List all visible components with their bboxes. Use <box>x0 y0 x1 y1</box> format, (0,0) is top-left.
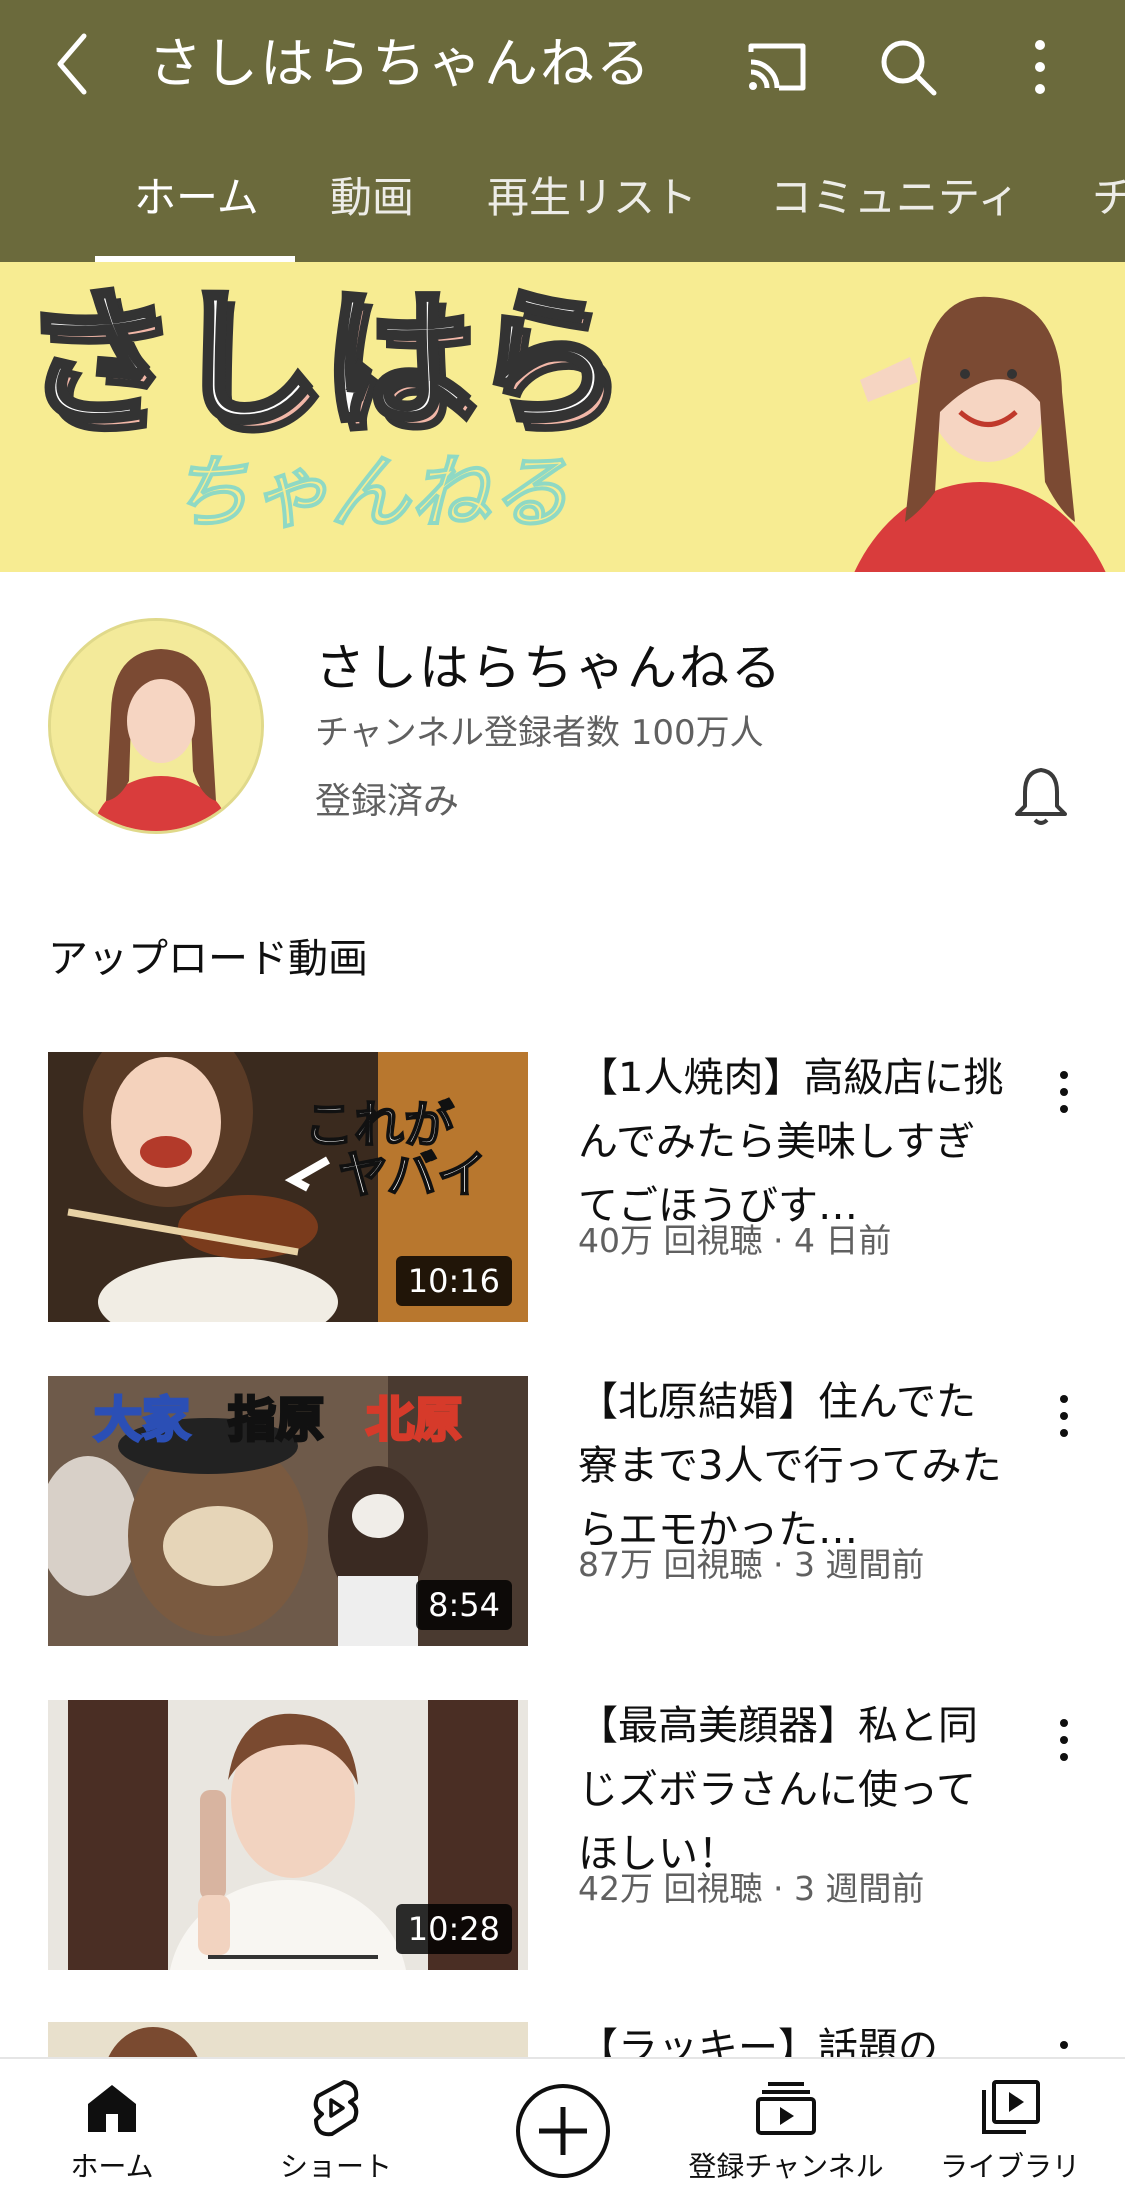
channel-avatar[interactable] <box>48 618 264 834</box>
video-meta: 87万 回視聴 · 3 週間前 <box>578 1545 925 1584</box>
uploads-section-title: アップロード動画 <box>48 936 368 982</box>
video-title[interactable]: 【1人焼肉】高級店に挑んでみたら美味しすぎてごほうびす… <box>578 1046 1008 1238</box>
thumbnail-overlay-text: ヤバイ <box>338 1146 487 1204</box>
nav-label: ショート <box>279 2150 392 2183</box>
banner-logo: さしはら <box>22 274 622 448</box>
banner-logo-script: ちゃんねる <box>170 446 570 539</box>
more-options-button[interactable] <box>1005 32 1075 102</box>
thumbnail-overlay-text: 北原 <box>366 1392 462 1448</box>
tab-videos[interactable]: 動画 <box>330 170 414 226</box>
thumbnail-overlay-text: 大家 <box>94 1392 190 1448</box>
nav-home[interactable]: ホーム <box>2 2077 222 2185</box>
banner-person-photo <box>854 296 1106 572</box>
nav-label: ライブラリ <box>939 2150 1080 2183</box>
back-button[interactable] <box>42 28 102 100</box>
video-thumbnail[interactable]: 10:28 <box>48 1700 528 1970</box>
app-bar: さしはらちゃんねる ホーム 動画 再生リスト コミュニティ チ <box>0 0 1125 262</box>
library-icon <box>982 2080 1040 2134</box>
video-item[interactable]: 大家 指原 北原 8:54 【北原結婚】住んでた寮まで3人で行ってみたらエモかっ… <box>0 1376 1125 1648</box>
video-more-button[interactable] <box>1044 1710 1084 1770</box>
subscriber-count: チャンネル登録者数 100万人 <box>315 713 764 753</box>
cast-button[interactable] <box>742 32 812 102</box>
video-meta: 40万 回視聴 · 4 日前 <box>578 1221 892 1260</box>
video-thumbnail[interactable]: これが ヤバイ 10:16 <box>48 1052 528 1322</box>
video-duration: 10:28 <box>395 1904 512 1954</box>
nav-label: 登録チャンネル <box>688 2150 884 2183</box>
channel-name: さしはらちゃんねる <box>315 639 783 697</box>
shorts-icon <box>313 2080 359 2137</box>
cast-icon <box>748 43 806 91</box>
avatar-photo <box>51 621 261 831</box>
video-more-button[interactable] <box>1044 1386 1084 1446</box>
nav-shorts[interactable]: ショート <box>226 2077 446 2185</box>
channel-banner: さしはら さしはら ちゃんねる <box>0 262 1125 572</box>
tab-community[interactable]: コミュニティ <box>770 170 1019 226</box>
video-meta: 42万 回視聴 · 3 週間前 <box>578 1869 925 1908</box>
banner-art: さしはら さしはら ちゃんねる <box>19 271 1106 572</box>
app-bar-row: さしはらちゃんねる <box>0 0 1125 130</box>
more-vertical-icon <box>1060 1395 1068 1437</box>
header-title: さしはらちゃんねる <box>148 32 652 95</box>
nav-subscriptions[interactable]: 登録チャンネル <box>676 2077 896 2185</box>
chevron-left-icon <box>57 33 87 95</box>
video-thumbnail[interactable]: 大家 指原 北原 8:54 <box>48 1376 528 1646</box>
more-vertical-icon <box>1060 1071 1068 1113</box>
video-duration: 10:16 <box>395 1256 512 1306</box>
create-button[interactable] <box>513 2081 613 2181</box>
bell-icon <box>1015 768 1067 825</box>
more-vertical-icon <box>1035 40 1045 94</box>
search-button[interactable] <box>873 32 943 102</box>
notification-bell-button[interactable] <box>1010 762 1072 830</box>
subscriptions-icon <box>756 2082 816 2135</box>
tab-playlists[interactable]: 再生リスト <box>487 170 697 226</box>
video-duration: 8:54 <box>416 1580 512 1630</box>
nav-label: ホーム <box>70 2150 154 2183</box>
video-title[interactable]: 【北原結婚】住んでた寮まで3人で行ってみたらエモかった… <box>578 1370 1008 1562</box>
video-more-button[interactable] <box>1044 1062 1084 1122</box>
subscribed-button[interactable]: 登録済み <box>315 772 459 824</box>
search-icon <box>881 40 937 96</box>
tab-home[interactable]: ホーム <box>134 170 259 226</box>
more-vertical-icon <box>1060 1719 1068 1761</box>
nav-library[interactable]: ライブラリ <box>900 2077 1120 2185</box>
video-title[interactable]: 【最高美顔器】私と同じズボラさんに使ってほしい！ <box>578 1694 1008 1886</box>
channel-tabs: ホーム 動画 再生リスト コミュニティ チ <box>0 150 1125 262</box>
thumbnail-overlay-text: 指原 <box>228 1392 324 1448</box>
bottom-navigation: ホーム ショート 登録チャンネル ライブラリ <box>0 2057 1125 2187</box>
video-item[interactable]: 10:28 【最高美顔器】私と同じズボラさんに使ってほしい！ 42万 回視聴 ·… <box>0 1700 1125 1972</box>
video-item[interactable]: これが ヤバイ 10:16 【1人焼肉】高級店に挑んでみたら美味しすぎてごほうび… <box>0 1052 1125 1324</box>
home-icon <box>88 2085 136 2132</box>
create-plus-icon <box>516 2084 610 2178</box>
tab-channels[interactable]: チ <box>1092 170 1125 226</box>
